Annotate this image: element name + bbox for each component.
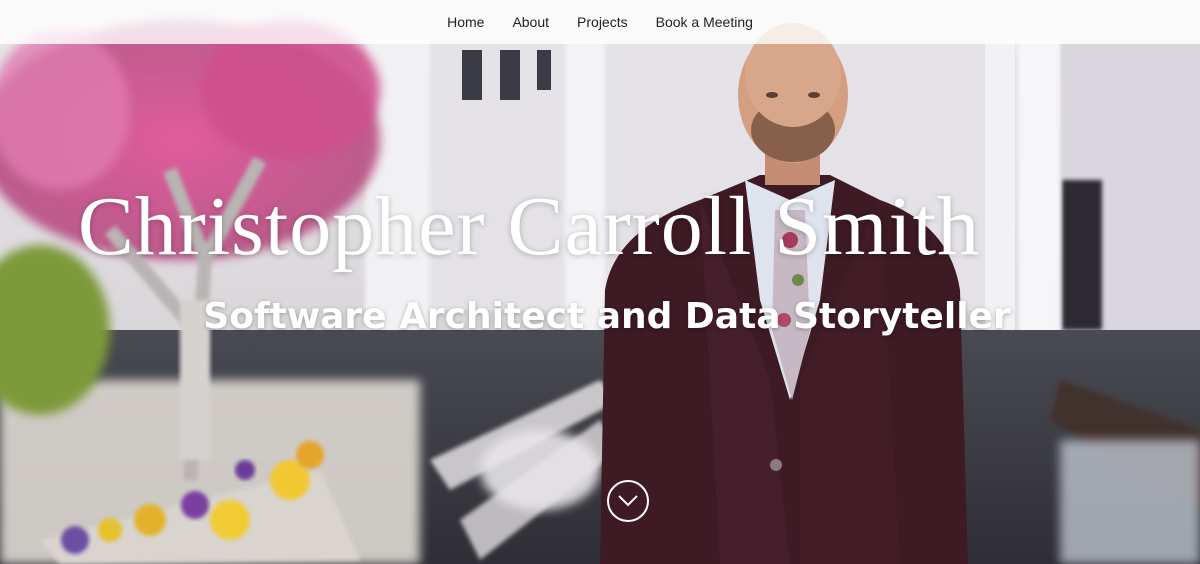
nav-link-projects[interactable]: Projects	[577, 14, 628, 30]
top-navigation-bar: Home About Projects Book a Meeting	[0, 0, 1200, 44]
hero-background-photo	[0, 0, 1200, 564]
nav-link-book-a-meeting[interactable]: Book a Meeting	[656, 14, 753, 30]
nav-link-home[interactable]: Home	[447, 14, 484, 30]
scroll-down-button[interactable]	[607, 480, 649, 522]
hero-section: Home About Projects Book a Meeting Chris…	[0, 0, 1200, 564]
hero-title: Christopher Carroll Smith	[77, 180, 981, 273]
hero-subtitle: Software Architect and Data Storyteller	[203, 296, 1011, 337]
nav-link-about[interactable]: About	[512, 14, 549, 30]
chevron-down-icon	[618, 495, 638, 507]
